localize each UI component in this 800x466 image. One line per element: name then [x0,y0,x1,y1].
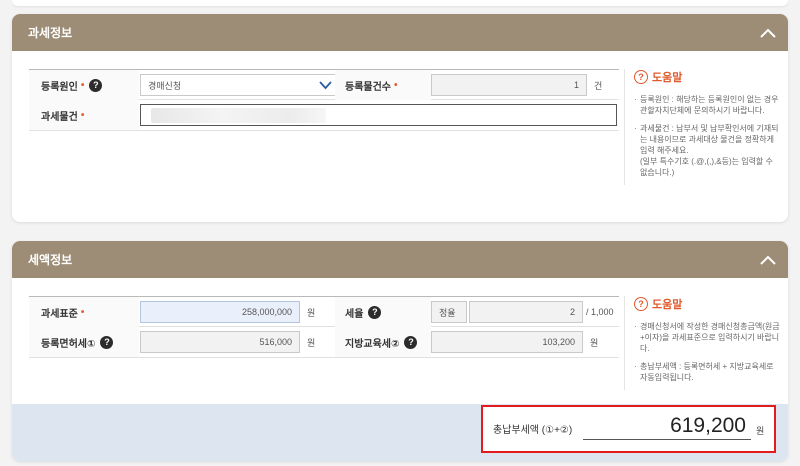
total-tax-unit: 원 [756,426,765,436]
redacted-text [151,108,326,123]
chevron-down-icon [319,81,332,90]
help-list: 등록원인 : 해당하는 등록원인이 없는 경우 관할자치단체에 문의하시기 바랍… [634,94,782,178]
tax-base-label-text: 과세표준 [41,308,78,320]
tax-info-collapse-button[interactable] [748,14,788,51]
reg-count-unit: 건 [594,80,603,91]
won-unit: 원 [590,337,599,348]
reg-license-tax-label-text: 등록면허세① [41,338,96,350]
rate-type-value: 정율 [439,307,456,318]
chevron-up-icon [760,255,776,265]
tax-info-title: 과세정보 [28,26,73,40]
total-tax-box: 총납부세액 (①+②) 619,200 원 [481,405,776,453]
tax-rate-label-text: 세율 [345,308,364,320]
help-list: 경매신청서에 작성한 경매신청총금액(원금+이자)을 과세표준으로 입력하시기 … [634,321,782,383]
form-row-tax-base: 과세표준 • 258,000,000 원 세율 ? 정율 2 / 1,000 [29,296,619,327]
reg-license-tax-label: 등록면허세① ? [29,327,139,357]
form-row-reg-license-tax: 등록면허세① ? 516,000 원 지방교육세② ? 103,200 원 [29,327,619,358]
help-question-icon[interactable]: ? [100,335,114,349]
required-mark: • [80,306,85,318]
total-bar: 총납부세액 (①+②) 619,200 원 [12,404,788,461]
help-title: ? 도움말 [634,296,782,312]
help-circle-icon: ? [634,70,648,84]
reg-cause-value: 경매신청 [148,80,182,91]
local-edu-tax-value: 103,200 [542,337,575,347]
total-tax-label: 총납부세액 (①+②) [493,425,573,436]
rate-value: 2 [569,307,575,317]
tax-amount-title: 세액정보 [28,253,73,267]
tax-amount-header: 세액정보 [12,241,788,278]
help-question-icon[interactable]: ? [368,305,382,319]
rate-unit: / 1,000 [586,307,614,317]
required-mark: • [80,79,85,91]
tax-info-panel: 과세정보 등록원인 • ? 경매신청 등록물건수 • 1 건 과세물건 • ? … [12,14,788,222]
local-edu-tax-field: 103,200 [431,331,583,353]
help-item: 과세물건 : 납부서 및 납부확인서에 기재되는 내용이므로 과세대상 물건을 … [634,123,782,178]
tax-amount-form: 과세표준 • 258,000,000 원 세율 ? 정율 2 / 1,000 등… [29,296,619,358]
reg-count-label-text: 등록물건수 [345,81,391,93]
help-item: 총납부세액 : 등록면허세 + 지방교육세로 자동입력됩니다. [634,361,782,383]
tax-base-input[interactable]: 258,000,000 [140,301,300,323]
tax-info-help: ? 도움말 등록원인 : 해당하는 등록원인이 없는 경우 관할자치단체에 문의… [624,69,782,185]
help-question-icon[interactable]: ? [404,335,418,349]
form-row-tax-object: 과세물건 • [29,100,619,131]
help-title-text: 도움말 [652,299,683,311]
help-item: 등록원인 : 해당하는 등록원인이 없는 경우 관할자치단체에 문의하시기 바랍… [634,94,782,116]
previous-panel-edge [12,0,788,6]
help-question-icon[interactable]: ? [89,78,103,92]
tax-base-label: 과세표준 • [29,297,139,327]
reg-cause-label: 등록원인 • ? [29,70,139,100]
tax-amount-help: ? 도움말 경매신청서에 작성한 경매신청총금액(원금+이자)을 과세표준으로 … [624,296,782,390]
reg-license-tax-value: 516,000 [259,337,292,347]
reg-cause-select[interactable]: 경매신청 [140,74,340,96]
tax-info-header: 과세정보 [12,14,788,51]
total-tax-value: 619,200 [583,414,751,440]
rate-type-field: 정율 [431,301,467,323]
tax-object-label: 과세물건 • [29,100,139,130]
local-edu-tax-label-text: 지방교육세② [345,338,400,350]
help-title-text: 도움말 [652,72,683,84]
chevron-up-icon [760,28,776,38]
required-mark: • [394,79,398,91]
tax-base-value: 258,000,000 [241,307,292,317]
tax-rate-label: 세율 ? [335,297,431,327]
required-mark: • [80,109,85,121]
reg-count-label: 등록물건수 • [335,70,431,100]
tax-object-label-text: 과세물건 [41,111,78,123]
rate-value-field: 2 [469,301,583,323]
reg-cause-label-text: 등록원인 [41,81,78,93]
reg-license-tax-field: 516,000 [140,331,300,353]
tax-object-input[interactable] [140,104,617,126]
won-unit: 원 [307,307,316,318]
local-edu-tax-label: 지방교육세② ? [335,327,431,357]
tax-amount-panel: 세액정보 과세표준 • 258,000,000 원 세율 ? 정율 2 / 1,… [12,241,788,461]
tax-info-form: 등록원인 • ? 경매신청 등록물건수 • 1 건 과세물건 • [29,69,619,131]
form-row-reg-cause: 등록원인 • ? 경매신청 등록물건수 • 1 건 [29,69,619,100]
tax-amount-collapse-button[interactable] [748,241,788,278]
reg-count-field: 1 [431,74,587,96]
help-item: 경매신청서에 작성한 경매신청총금액(원금+이자)을 과세표준으로 입력하시기 … [634,321,782,354]
reg-count-value: 1 [573,80,579,90]
won-unit: 원 [307,337,316,348]
help-circle-icon: ? [634,297,648,311]
help-title: ? 도움말 [634,69,782,85]
